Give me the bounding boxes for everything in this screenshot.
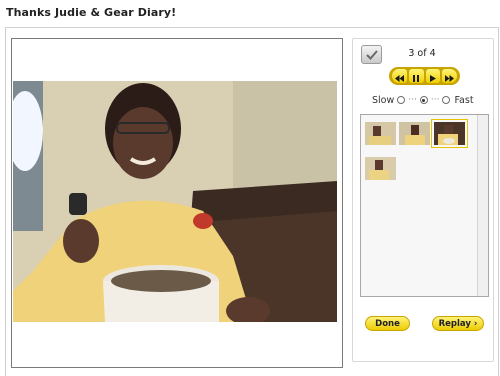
- play-button[interactable]: [425, 67, 441, 86]
- thumbnail-scrollbar[interactable]: [477, 115, 488, 296]
- fast-forward-icon: [445, 67, 455, 86]
- speed-slow-radio[interactable]: [397, 96, 406, 104]
- replay-button[interactable]: Replay ›: [432, 316, 484, 331]
- page-title: Thanks Judie & Gear Diary!: [6, 6, 177, 19]
- slide-counter: 3 of 4: [408, 48, 436, 59]
- fast-forward-button[interactable]: [442, 69, 457, 83]
- select-button[interactable]: [361, 45, 382, 64]
- pause-icon: [413, 67, 420, 86]
- checkmark-icon: [365, 45, 378, 64]
- speed-medium-radio[interactable]: [419, 96, 428, 104]
- pause-button[interactable]: [408, 67, 424, 86]
- speed-slow-label: Slow: [372, 94, 395, 106]
- done-button[interactable]: Done: [365, 316, 410, 331]
- thumbnail-4[interactable]: [365, 157, 396, 180]
- speed-fast-radio[interactable]: [442, 96, 451, 104]
- speed-fast-label: Fast: [454, 94, 474, 106]
- speed-separator: ···: [430, 95, 440, 105]
- playback-controls: [389, 67, 460, 85]
- thumbnail-list: [360, 114, 489, 297]
- thumbnail-3-selected[interactable]: [431, 119, 468, 148]
- play-icon: [429, 67, 436, 86]
- thumbnail-1[interactable]: [365, 122, 396, 145]
- speed-selector: Slow ··· ··· Fast: [372, 93, 474, 107]
- rewind-icon: [394, 67, 404, 86]
- speed-separator: ···: [408, 95, 417, 105]
- rewind-button[interactable]: [392, 69, 407, 83]
- thumbnail-2[interactable]: [399, 122, 430, 145]
- main-photo: [13, 81, 337, 322]
